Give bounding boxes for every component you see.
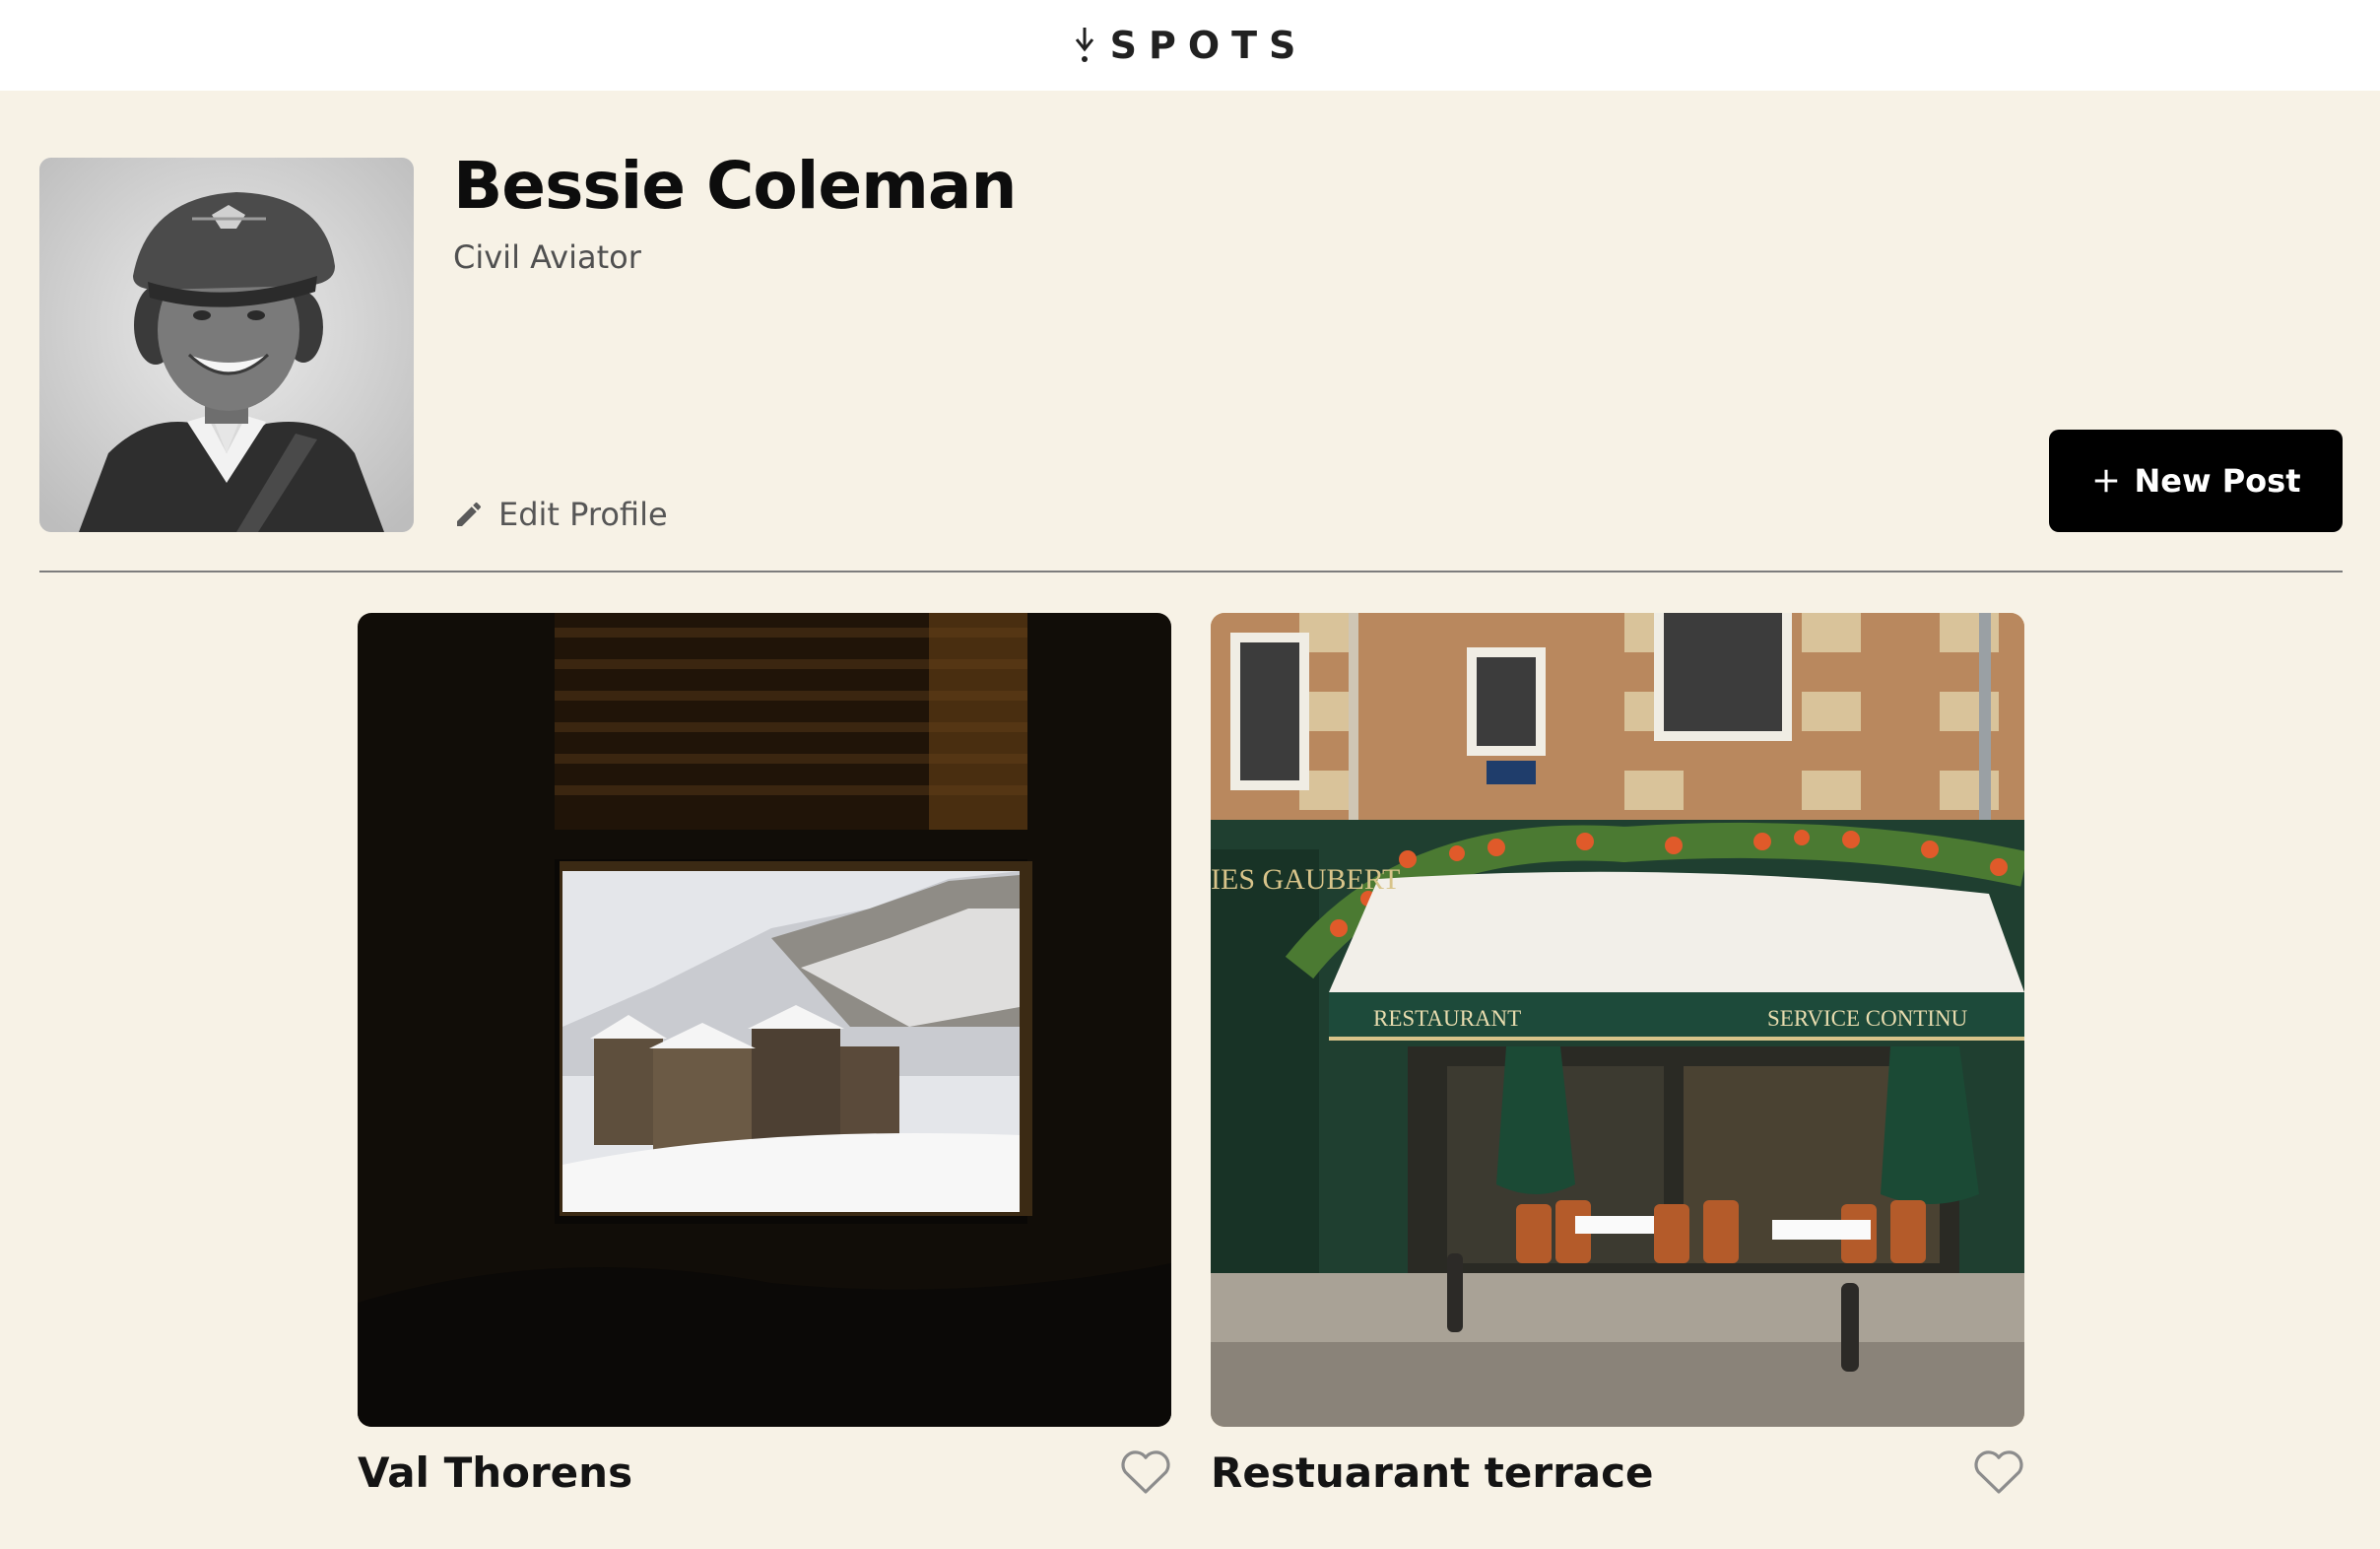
post-image[interactable]: RESTAURANT SERVICE CONTINU IES GAUBERT (1211, 613, 2024, 1427)
post-title: Restuarant terrace (1211, 1448, 1654, 1497)
svg-text:SERVICE CONTINU: SERVICE CONTINU (1767, 1006, 1968, 1031)
edit-profile-button[interactable]: Edit Profile (453, 493, 668, 536)
heart-outline-icon (1974, 1450, 2023, 1494)
profile-name: Bessie Coleman (453, 148, 1017, 224)
new-post-button[interactable]: New Post (2049, 430, 2343, 532)
pencil-icon (457, 502, 482, 526)
avatar-photo (39, 158, 414, 532)
heart-outline-icon (1121, 1450, 1170, 1494)
plus-icon (2094, 469, 2117, 493)
post-card: RESTAURANT SERVICE CONTINU IES GAUBERT R… (1211, 613, 2024, 1521)
post-card: Val Thorens (358, 613, 1171, 1521)
new-post-label: New Post (2134, 462, 2301, 500)
svg-text:RESTAURANT: RESTAURANT (1373, 1006, 1521, 1031)
edit-profile-label: Edit Profile (498, 496, 668, 533)
profile-page: Bessie Coleman Civil Aviator Edit Profil… (0, 91, 2380, 1549)
profile-divider (39, 571, 2343, 572)
svg-text:IES GAUBERT: IES GAUBERT (1211, 863, 1400, 896)
post-footer: Restuarant terrace (1211, 1427, 2024, 1521)
post-image[interactable] (358, 613, 1171, 1427)
down-arrow-stem-icon (1075, 28, 1093, 62)
profile-description: Civil Aviator (453, 238, 641, 276)
logo-text: SPOTS (1109, 24, 1308, 67)
post-title: Val Thorens (358, 1448, 633, 1497)
app-header: SPOTS (0, 0, 2380, 91)
like-button[interactable] (1120, 1450, 1171, 1496)
post-footer: Val Thorens (358, 1427, 1171, 1521)
like-button[interactable] (1973, 1450, 2024, 1496)
avatar (39, 158, 414, 532)
spots-logo[interactable]: SPOTS (1073, 24, 1308, 67)
